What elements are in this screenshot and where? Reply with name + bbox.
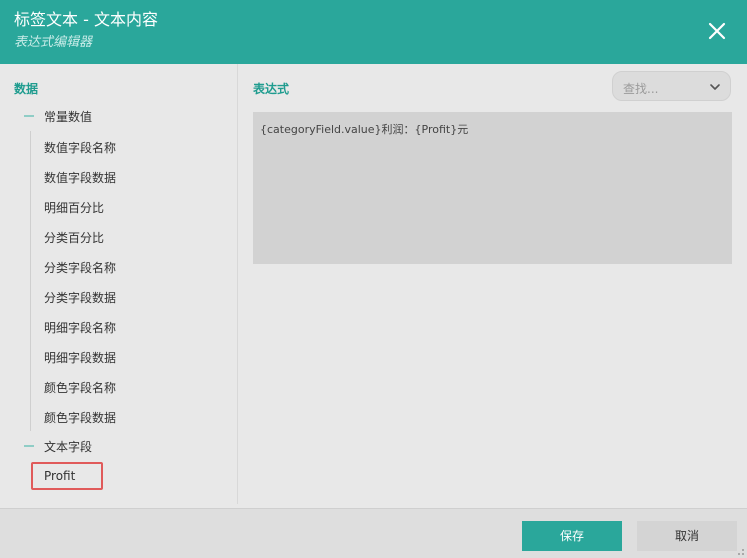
tree-item-label: 数值字段名称: [44, 141, 117, 155]
cancel-button[interactable]: 取消: [637, 521, 737, 551]
tree-group-label: 常量数值: [44, 110, 93, 124]
close-icon: [708, 22, 726, 40]
tree-item[interactable]: 数值字段名称: [0, 131, 238, 161]
tree-group-constants[interactable]: 常量数值: [0, 101, 238, 131]
tree-item[interactable]: 分类百分比: [0, 221, 238, 251]
tree-item-label: 分类百分比: [44, 231, 105, 245]
tree-item-label: 颜色字段数据: [44, 411, 117, 425]
tree-item[interactable]: 明细百分比: [0, 191, 238, 221]
tree-item[interactable]: 明细字段数据: [0, 341, 238, 371]
dialog-title: 标签文本 - 文本内容: [14, 10, 158, 29]
tree-line: [30, 131, 31, 161]
search-dropdown[interactable]: 查找...: [612, 71, 731, 101]
tree-item[interactable]: 明细字段名称: [0, 311, 238, 341]
tree-line: [30, 401, 31, 431]
chevron-down-icon: [710, 84, 720, 90]
dialog-footer: 保存 取消: [0, 508, 747, 558]
collapse-dash-icon: [24, 115, 34, 117]
tree-item[interactable]: 数值字段数据: [0, 161, 238, 191]
tree-line: [30, 341, 31, 371]
tree-line: [30, 191, 31, 221]
tree-line: [30, 161, 31, 191]
tree-item-label: 明细字段名称: [44, 321, 117, 335]
tree-group-label: 文本字段: [44, 440, 93, 454]
tree-item-label: 颜色字段名称: [44, 381, 117, 395]
tree-item-label: 分类字段名称: [44, 261, 117, 275]
field-tree: 常量数值 数值字段名称 数值字段数据 明细百分比 分类百分比 分类字段名称 分类…: [0, 101, 238, 491]
dialog-subtitle: 表达式编辑器: [14, 35, 93, 50]
tree-line: [30, 281, 31, 311]
tree-item-label: Profit: [44, 469, 76, 483]
tree-item-label: 明细字段数据: [44, 351, 117, 365]
collapse-dash-icon: [24, 445, 34, 447]
tree-group-text-fields[interactable]: 文本字段: [0, 431, 238, 461]
tree-line: [30, 251, 31, 281]
expression-panel: 表达式 查找... {categoryField.value}利润：{Profi…: [239, 64, 747, 504]
tree-item-label: 数值字段数据: [44, 171, 117, 185]
dialog-titlebar: 标签文本 - 文本内容 表达式编辑器: [0, 0, 747, 64]
expression-label: 表达式: [253, 82, 290, 96]
tree-item-profit[interactable]: Profit: [0, 461, 238, 491]
expression-editor[interactable]: {categoryField.value}利润：{Profit}元: [253, 112, 732, 264]
tree-item[interactable]: 分类字段名称: [0, 251, 238, 281]
search-placeholder: 查找...: [623, 82, 659, 96]
data-section-label: 数据: [14, 82, 39, 96]
tree-item[interactable]: 分类字段数据: [0, 281, 238, 311]
resize-grip-icon[interactable]: [735, 546, 745, 556]
tree-item[interactable]: 颜色字段名称: [0, 371, 238, 401]
tree-line: [30, 371, 31, 401]
tree-line: [30, 221, 31, 251]
tree-item-label: 分类字段数据: [44, 291, 117, 305]
data-panel: 数据 常量数值 数值字段名称 数值字段数据 明细百分比 分类百分比 分类字段名称…: [0, 64, 238, 504]
tree-line: [30, 311, 31, 341]
tree-item[interactable]: 颜色字段数据: [0, 401, 238, 431]
tree-item-label: 明细百分比: [44, 201, 105, 215]
close-button[interactable]: [705, 19, 729, 43]
save-button[interactable]: 保存: [522, 521, 622, 551]
expression-text: {categoryField.value}利润：{Profit}元: [260, 123, 469, 136]
